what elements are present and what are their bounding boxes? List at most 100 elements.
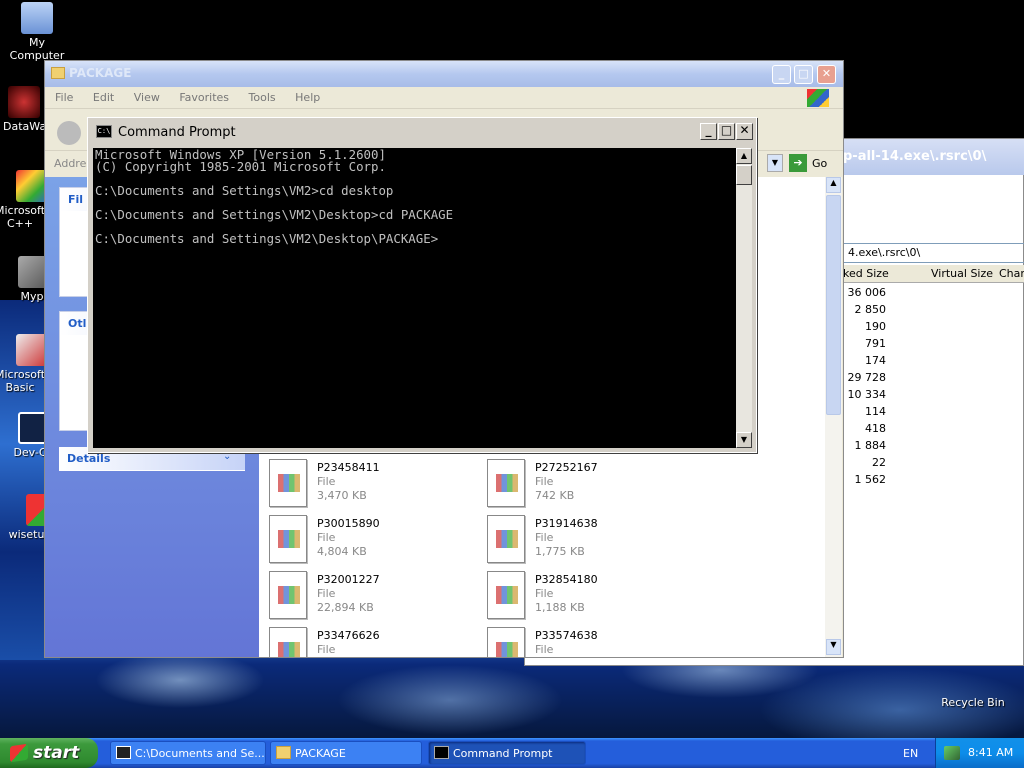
menu-view[interactable]: View <box>134 91 160 104</box>
list-item[interactable]: P32001227 File 22,894 KB <box>269 571 479 623</box>
scroll-down-button[interactable]: ▼ <box>736 432 752 448</box>
file-type: File <box>317 643 336 656</box>
task-button-package[interactable]: PACKAGE <box>270 741 422 765</box>
start-button[interactable]: start <box>0 738 98 768</box>
menu-favorites[interactable]: Favorites <box>179 91 229 104</box>
list-item[interactable]: 22 <box>841 454 886 471</box>
menu-tools[interactable]: Tools <box>249 91 276 104</box>
console-output[interactable]: Microsoft Windows XP [Version 5.1.2600](… <box>93 148 736 448</box>
file-type: File <box>535 643 554 656</box>
task-button-7zip[interactable]: C:\Documents and Se... <box>110 741 266 765</box>
desktop-icon-my-computer[interactable]: My Computer <box>0 2 74 62</box>
column-header[interactable]: ked Size <box>843 267 889 280</box>
background-path-bar[interactable]: 4.exe\.rsrc\0\ <box>843 243 1024 263</box>
file-name: P30015890 <box>317 517 380 530</box>
desktop-icon-label: Dev-C <box>13 446 47 459</box>
file-icon <box>487 515 525 563</box>
desktop-icon-label: Microsoft Basic <box>0 368 46 394</box>
menu-help[interactable]: Help <box>295 91 320 104</box>
list-item[interactable]: P32854180 File 1,188 KB <box>487 571 697 623</box>
list-item[interactable]: 36 006 <box>841 284 887 301</box>
language-indicator[interactable]: EN <box>903 747 918 760</box>
desktop-icon-msvc[interactable]: Microsoft C++ <box>0 170 50 230</box>
desktop-icon-label: Microsoft C++ <box>0 204 46 230</box>
list-item[interactable]: P31914638 File 1,775 KB <box>487 515 697 567</box>
network-icon[interactable] <box>944 746 960 760</box>
seven-zip-icon <box>116 746 131 759</box>
close-button[interactable]: ✕ <box>736 123 753 140</box>
list-item[interactable]: 190 791 <box>841 318 886 352</box>
console-line: C:\Documents and Settings\VM2>cd desktop <box>95 183 394 198</box>
file-size: 742 KB <box>535 489 575 502</box>
console-scrollbar[interactable]: ▲ ▼ <box>736 148 752 448</box>
file-size: 3,470 KB <box>317 489 367 502</box>
file-type: File <box>317 587 336 600</box>
desktop-icon-label: DataWa <box>3 120 47 133</box>
file-type: File <box>317 475 336 488</box>
file-type: File <box>535 475 554 488</box>
desktop-icon-vb[interactable]: Microsoft Basic <box>0 334 50 394</box>
folder-icon <box>276 746 291 759</box>
scroll-down-button[interactable]: ▼ <box>826 639 841 655</box>
desktop-icon-label: Myp <box>20 290 44 303</box>
back-button[interactable] <box>57 121 81 145</box>
console-icon <box>434 746 449 759</box>
maximize-button[interactable]: □ <box>718 123 735 140</box>
list-item[interactable]: P33476626 File <box>269 627 479 657</box>
command-prompt-titlebar[interactable]: C:\ Command Prompt _ □ ✕ <box>88 118 756 146</box>
list-item[interactable]: P27252167 File 742 KB <box>487 459 697 511</box>
desktop-icon-datawa[interactable]: DataWa <box>0 86 50 133</box>
list-item[interactable]: P23458411 File 3,470 KB <box>269 459 479 511</box>
address-dropdown-button[interactable]: ▼ <box>767 154 783 172</box>
start-label: start <box>33 743 80 763</box>
scroll-up-button[interactable]: ▲ <box>826 177 841 193</box>
console-line: (C) Copyright 1985-2001 Microsoft Corp. <box>95 159 386 174</box>
list-item[interactable]: P33574638 File <box>487 627 697 657</box>
maximize-button[interactable]: □ <box>794 65 813 84</box>
list-item[interactable]: 1 884 <box>841 437 887 454</box>
console-line: C:\Documents and Settings\VM2\Desktop>cd… <box>95 207 454 222</box>
command-prompt-window[interactable]: C:\ Command Prompt _ □ ✕ Microsoft Windo… <box>87 117 757 453</box>
scroll-thumb[interactable] <box>736 165 752 185</box>
file-name: P32001227 <box>317 573 380 586</box>
desktop-icon-label: My Computer <box>9 36 65 62</box>
desktop-icon-recycle-bin[interactable]: Recycle Bin <box>936 662 1010 709</box>
close-button[interactable]: ✕ <box>817 65 836 84</box>
file-type: File <box>317 531 336 544</box>
list-item[interactable]: 174 <box>841 352 886 369</box>
explorer-scrollbar[interactable]: ▲ ▼ <box>825 177 842 657</box>
task-label: Command Prompt <box>453 747 553 760</box>
list-item[interactable]: P30015890 File 4,804 KB <box>269 515 479 567</box>
windows-flag-icon <box>10 743 28 763</box>
list-item[interactable]: 1 562 <box>841 471 887 488</box>
explorer-title: PACKAGE <box>69 66 132 80</box>
task-label: PACKAGE <box>295 747 346 760</box>
list-item[interactable]: 10 334 <box>841 386 887 403</box>
folder-icon <box>51 67 65 79</box>
file-name: P33574638 <box>535 629 598 642</box>
clock[interactable]: 8:41 AM <box>968 746 1013 759</box>
background-values-list: 36 006 2 850 190 791 174 29 728 10 334 1… <box>841 284 887 488</box>
file-name: P32854180 <box>535 573 598 586</box>
menu-edit[interactable]: Edit <box>93 91 114 104</box>
list-item[interactable]: 29 728 <box>841 369 887 386</box>
taskbar: start C:\Documents and Se... PACKAGE Com… <box>0 738 1024 768</box>
file-name: P23458411 <box>317 461 380 474</box>
file-icon <box>487 627 525 657</box>
go-arrow-icon[interactable]: ➔ <box>789 154 807 172</box>
list-item[interactable]: 2 850 <box>841 301 887 318</box>
command-prompt-title: Command Prompt <box>118 125 236 140</box>
scroll-up-button[interactable]: ▲ <box>736 148 752 164</box>
column-header[interactable]: Chara <box>999 267 1024 280</box>
minimize-button[interactable]: _ <box>772 65 791 84</box>
scroll-thumb[interactable] <box>826 195 841 415</box>
menu-file[interactable]: File <box>55 91 73 104</box>
task-button-command-prompt[interactable]: Command Prompt <box>428 741 586 765</box>
windows-logo-icon <box>807 89 829 107</box>
explorer-titlebar[interactable]: PACKAGE _ □ ✕ <box>45 61 843 87</box>
file-type: File <box>535 531 554 544</box>
list-item[interactable]: 114 418 <box>841 403 886 437</box>
minimize-button[interactable]: _ <box>700 123 717 140</box>
column-header[interactable]: Virtual Size <box>931 267 993 280</box>
go-button[interactable]: Go <box>812 157 827 170</box>
